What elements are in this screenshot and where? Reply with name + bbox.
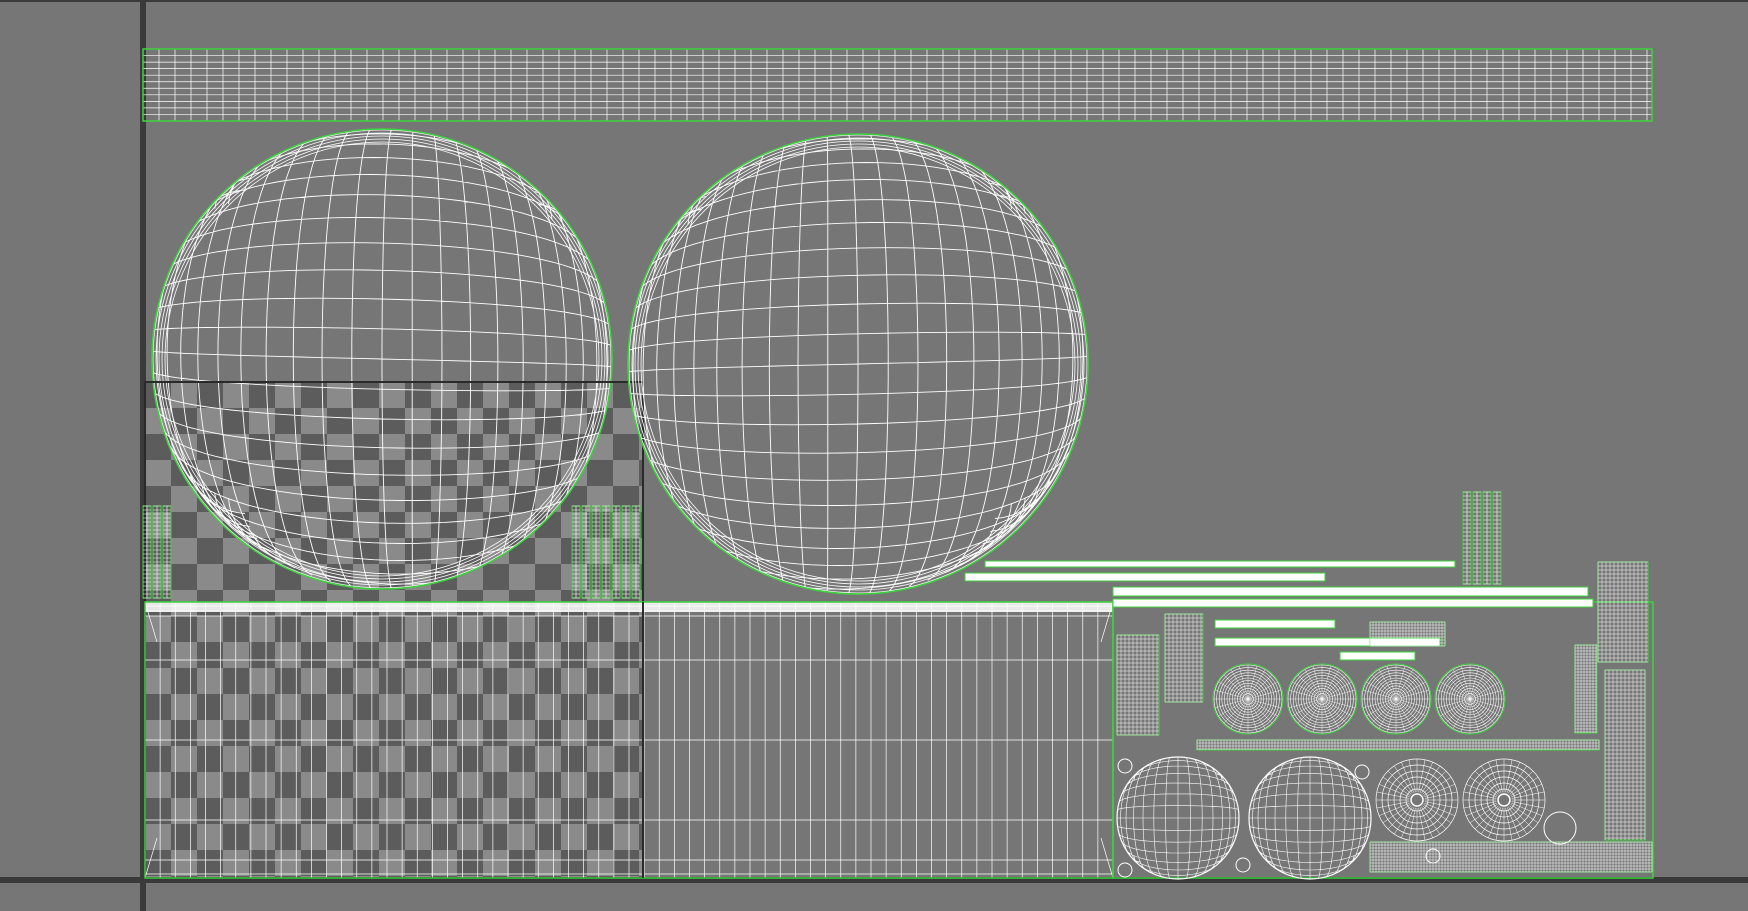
uv-shell-sphere-right[interactable] bbox=[627, 133, 1089, 595]
uv-layout-canvas[interactable] bbox=[0, 0, 1748, 911]
top-strip-border bbox=[142, 48, 1653, 122]
uv-editor-viewport[interactable] bbox=[0, 0, 1748, 911]
bottom-grid-header-band bbox=[145, 602, 1113, 612]
uv-shell-top-strip[interactable] bbox=[142, 48, 1653, 122]
